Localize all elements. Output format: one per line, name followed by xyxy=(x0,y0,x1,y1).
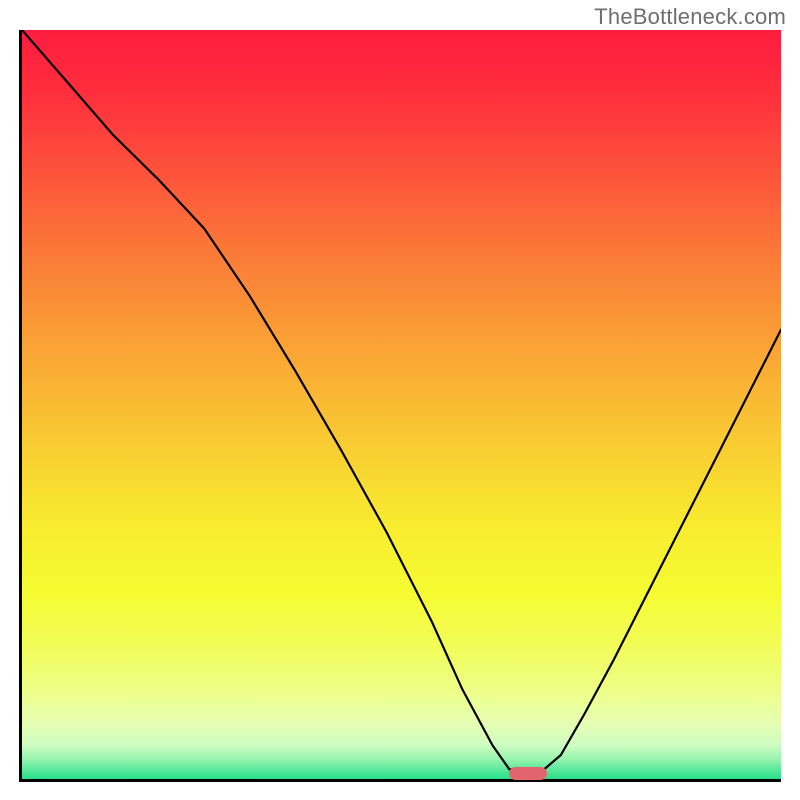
optimum-marker xyxy=(509,767,547,780)
bottleneck-curve xyxy=(22,30,781,779)
plot-area xyxy=(22,30,781,779)
plot-frame xyxy=(19,30,781,782)
watermark-text: TheBottleneck.com xyxy=(594,4,786,30)
